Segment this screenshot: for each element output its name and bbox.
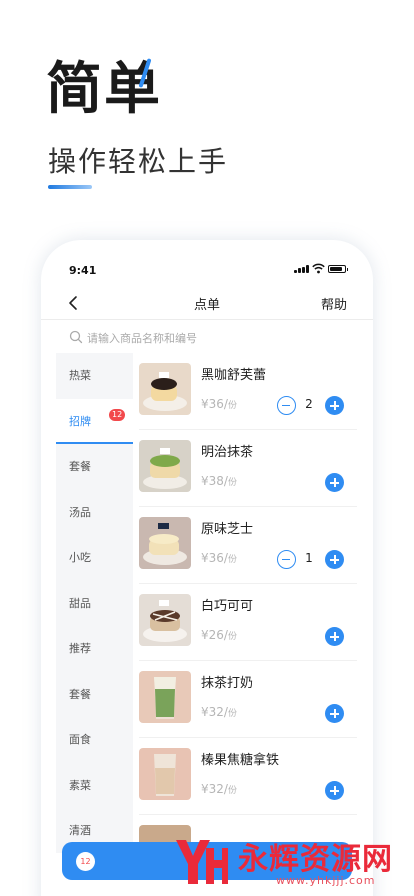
product-item[interactable]: 抹茶打奶 ¥32/份 (139, 661, 357, 738)
hero-subtitle: 操作轻松上手 (48, 145, 229, 178)
watermark-name: 永辉资源网 (238, 842, 393, 877)
category-label: 清酒 (69, 824, 91, 837)
category-badge: 12 (109, 408, 126, 421)
product-item[interactable]: 原味芝士 ¥36/份 1 (139, 507, 357, 584)
category-item[interactable]: 推荐 (56, 626, 133, 672)
increase-quantity-button[interactable] (325, 627, 344, 646)
category-item[interactable]: 套餐 (56, 444, 133, 490)
category-item[interactable]: 素菜 (56, 763, 133, 809)
decrease-quantity-button[interactable] (277, 396, 296, 415)
category-item[interactable]: 面食 (56, 717, 133, 763)
category-item-active[interactable]: 招牌 12 (56, 398, 133, 444)
status-bar: 9:41 (41, 240, 373, 288)
category-item[interactable]: 甜品 (56, 581, 133, 627)
cart-count-badge: 12 (76, 852, 95, 871)
product-item[interactable]: 榛果焦糖拿铁 ¥32/份 (139, 738, 357, 815)
category-label: 汤品 (69, 505, 91, 519)
category-item[interactable]: 套餐 (56, 672, 133, 718)
white-chocolate-cocoa-photo (139, 594, 191, 646)
matcha-cake-photo (139, 440, 191, 492)
category-item[interactable]: 汤品 (56, 490, 133, 536)
product-name: 榛果焦糖拿铁 (201, 753, 280, 768)
category-label: 素菜 (69, 778, 91, 792)
category-item[interactable]: 小吃 (56, 535, 133, 581)
product-price: ¥32/份 (201, 705, 237, 719)
category-item[interactable]: 热菜 (56, 353, 133, 399)
category-label: 套餐 (69, 460, 91, 473)
status-time: 9:41 (69, 264, 97, 277)
category-label: 套餐 (69, 687, 91, 701)
product-price: ¥26/份 (201, 628, 237, 642)
product-item[interactable]: 白巧可可 ¥26/份 (139, 584, 357, 661)
product-name: 黑咖舒芙蕾 (201, 368, 267, 383)
category-label: 面食 (69, 733, 91, 746)
nav-bar: 点单 帮助 (41, 286, 373, 320)
search-icon (69, 330, 83, 344)
help-link[interactable]: 帮助 (321, 294, 347, 313)
quantity-value: 1 (305, 551, 313, 565)
watermark: 永辉资源网 www.yhkjjj.com (170, 830, 410, 890)
increase-quantity-button[interactable] (325, 781, 344, 800)
increase-quantity-button[interactable] (325, 550, 344, 569)
decrease-quantity-button[interactable] (277, 550, 296, 569)
category-label: 小吃 (69, 551, 91, 564)
category-label: 热菜 (69, 369, 91, 382)
category-sidebar: 热菜 招牌 12 套餐 汤品 小吃 甜品 推荐 套餐 面食 素菜 清酒 (56, 353, 133, 853)
cheesecake-photo (139, 517, 191, 569)
battery-icon (328, 265, 348, 273)
hero-underline (48, 185, 92, 189)
wifi-icon (312, 263, 325, 274)
increase-quantity-button[interactable] (325, 704, 344, 723)
watermark-logo-icon (176, 840, 228, 884)
product-name: 原味芝士 (201, 522, 254, 537)
watermark-url: www.yhkjjj.com (276, 874, 376, 887)
product-name: 白巧可可 (201, 599, 254, 614)
product-price: ¥36/份 (201, 551, 237, 565)
search-bar (65, 326, 355, 350)
category-label: 推荐 (69, 642, 91, 655)
product-name: 抹茶打奶 (201, 676, 254, 691)
category-label: 招牌 (69, 414, 91, 428)
product-price: ¥36/份 (201, 397, 237, 411)
increase-quantity-button[interactable] (325, 396, 344, 415)
search-input[interactable] (87, 326, 347, 350)
increase-quantity-button[interactable] (325, 473, 344, 492)
matcha-latte-photo (139, 671, 191, 723)
product-price: ¥32/份 (201, 782, 237, 796)
product-price: ¥38/份 (201, 474, 237, 488)
souffle-photo (139, 363, 191, 415)
phone-mockup: 9:41 点单 帮助 热菜 招牌12 套餐 汤品 小吃 甜品 推荐 套餐 (41, 240, 373, 896)
product-name: 明治抹茶 (201, 445, 254, 460)
product-item[interactable]: 黑咖舒芙蕾 ¥36/份 2 (139, 353, 357, 430)
quantity-value: 2 (305, 397, 313, 411)
hazelnut-latte-photo (139, 748, 191, 800)
cellular-signal-icon (294, 265, 309, 273)
category-label: 甜品 (69, 596, 91, 610)
product-item[interactable]: 明治抹茶 ¥38/份 (139, 430, 357, 507)
